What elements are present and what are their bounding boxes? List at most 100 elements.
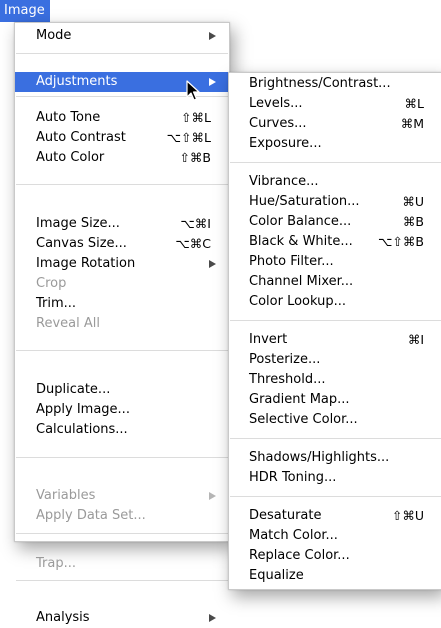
menu-item-desaturate[interactable]: Desaturate ⇧⌘U [229,506,441,526]
menu-item-label: Levels... [249,96,303,111]
menu-item-brightness-contrast[interactable]: Brightness/Contrast... [229,74,441,94]
menu-item-channel-mixer[interactable]: Channel Mixer... [229,272,441,292]
menu-item-curves[interactable]: Curves... ⌘M [229,114,441,134]
menu-item-label: Selective Color... [249,412,358,427]
menu-item-label: Equalize [249,568,304,583]
menu-item-crop: Crop [15,274,229,294]
menu-item-label: Reveal All [36,316,100,331]
menu-item-shortcut: ⌥⇧⌘B [378,234,424,249]
menu-item-label: Mode [36,28,72,43]
menu-item-label: Color Lookup... [249,294,347,309]
menu-item-label: Auto Tone [36,110,101,125]
menu-item-label: Channel Mixer... [249,274,354,289]
menu-separator [230,496,441,497]
arrow-cursor-icon [186,80,200,101]
menu-item-posterize[interactable]: Posterize... [229,350,441,370]
menu-separator [230,438,441,439]
menu-item-apply-data-set: Apply Data Set... [15,506,229,526]
menu-item-label: Shadows/Highlights... [249,450,390,465]
menu-item-canvas-size[interactable]: Canvas Size... ⌥⌘C [15,234,229,254]
menu-item-label: Brightness/Contrast... [249,76,391,91]
menu-item-duplicate[interactable]: Duplicate... [15,380,229,400]
menu-item-label: Vibrance... [249,174,319,189]
menu-item-shortcut: ⌘B [402,214,424,229]
menu-item-hdr-toning[interactable]: HDR Toning... [229,468,441,488]
menu-item-auto-tone[interactable]: Auto Tone ⇧⌘L [15,108,229,128]
menu-item-label: Crop [36,276,67,291]
menu-item-shortcut: ⌘M [400,116,424,131]
menu-item-label: Apply Data Set... [36,508,146,523]
menu-item-label: HDR Toning... [249,470,337,485]
menu-item-shortcut: ⇧⌘L [181,110,211,125]
menu-item-label: Calculations... [36,422,128,437]
submenu-arrow-icon [207,486,217,506]
menu-item-gradient-map[interactable]: Gradient Map... [229,390,441,410]
menu-item-trap: Trap... [15,554,229,574]
menu-item-image-size[interactable]: Image Size... ⌥⌘I [15,214,229,234]
menu-item-analysis[interactable]: Analysis [15,608,229,628]
menu-separator [16,350,228,351]
menu-item-auto-color[interactable]: Auto Color ⇧⌘B [15,148,229,168]
menu-item-hue-saturation[interactable]: Hue/Saturation... ⌘U [229,192,441,212]
menu-item-shortcut: ⇧⌘U [391,508,424,523]
adjustments-submenu: Brightness/Contrast... Levels... ⌘L Curves.… [228,72,441,590]
menu-item-black-white[interactable]: Black & White... ⌥⇧⌘B [229,232,441,252]
menu-item-match-color[interactable]: Match Color... [229,526,441,546]
menu-item-shortcut: ⌘I [407,332,424,347]
menu-separator [230,162,441,163]
submenu-arrow-icon [207,608,217,628]
menu-item-exposure[interactable]: Exposure... [229,134,441,154]
menu-item-label: Image Rotation [36,256,136,271]
menu-separator [16,184,228,185]
menu-separator [16,53,228,54]
menu-item-color-balance[interactable]: Color Balance... ⌘B [229,212,441,232]
menu-item-mode[interactable]: Mode [15,26,229,46]
menu-separator [16,533,228,534]
menu-item-shortcut: ⌘U [402,194,424,209]
menu-item-shortcut: ⌥⌘C [175,236,211,251]
menu-item-levels[interactable]: Levels... ⌘L [229,94,441,114]
menu-item-label: Black & White... [249,234,353,249]
menu-item-shadows-highlights[interactable]: Shadows/Highlights... [229,448,441,468]
menu-separator [16,457,228,458]
menu-item-label: Replace Color... [249,548,350,563]
menu-item-label: Adjustments [36,74,118,89]
menu-item-label: Threshold... [249,372,326,387]
menu-item-apply-image[interactable]: Apply Image... [15,400,229,420]
menu-item-label: Auto Color [36,150,105,165]
submenu-arrow-icon [207,72,217,92]
menu-item-label: Color Balance... [249,214,352,229]
menu-item-label: Canvas Size... [36,236,127,251]
menu-item-label: Duplicate... [36,382,111,397]
menu-item-selective-color[interactable]: Selective Color... [229,410,441,430]
menu-item-trim[interactable]: Trim... [15,294,229,314]
menu-item-auto-contrast[interactable]: Auto Contrast ⌥⇧⌘L [15,128,229,148]
menu-separator [230,320,441,321]
menu-item-shortcut: ⌘L [404,96,424,111]
menu-item-label: Photo Filter... [249,254,334,269]
menu-item-label: Variables [36,488,96,503]
menu-item-label: Trap... [36,556,76,571]
menu-item-label: Invert [249,332,288,347]
menu-item-label: Curves... [249,116,307,131]
submenu-arrow-icon [207,254,217,274]
menu-item-label: Auto Contrast [36,130,126,145]
menu-item-label: Trim... [36,296,77,311]
menu-item-photo-filter[interactable]: Photo Filter... [229,252,441,272]
menu-item-label: Image Size... [36,216,120,231]
menu-item-shortcut: ⇧⌘B [179,150,211,165]
menu-item-threshold[interactable]: Threshold... [229,370,441,390]
menu-item-image-rotation[interactable]: Image Rotation [15,254,229,274]
image-menu-title[interactable]: Image [0,0,50,22]
menu-item-invert[interactable]: Invert ⌘I [229,330,441,350]
menu-separator [16,580,228,581]
menu-item-label: Exposure... [249,136,322,151]
menu-item-equalize[interactable]: Equalize [229,566,441,586]
menu-item-calculations[interactable]: Calculations... [15,420,229,440]
menu-item-color-lookup[interactable]: Color Lookup... [229,292,441,312]
menu-item-shortcut: ⌥⌘I [180,216,211,231]
menu-item-replace-color[interactable]: Replace Color... [229,546,441,566]
menu-item-label: Desaturate [249,508,322,523]
menu-item-label: Match Color... [249,528,338,543]
menu-item-vibrance[interactable]: Vibrance... [229,172,441,192]
